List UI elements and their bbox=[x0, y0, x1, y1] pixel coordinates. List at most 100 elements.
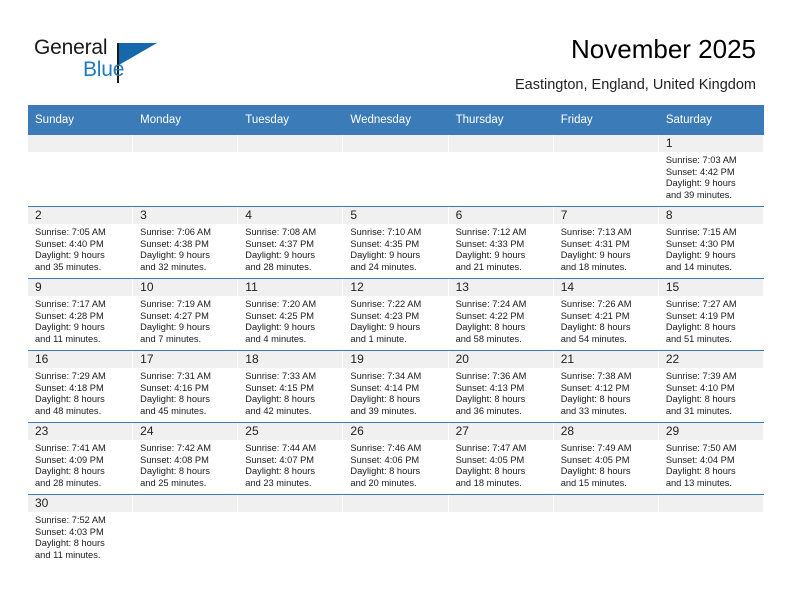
calendar-day-cell[interactable]: 30 Sunrise: 7:52 AM Sunset: 4:03 PM Dayligh… bbox=[28, 494, 134, 566]
calendar-day-cell[interactable]: 18 Sunrise: 7:33 AM Sunset: 4:15 PM Dayligh… bbox=[238, 350, 344, 423]
sunset-time: Sunset: 4:09 PM bbox=[35, 454, 104, 465]
calendar-day-cell[interactable]: 11 Sunrise: 7:20 AM Sunset: 4:25 PM Dayligh… bbox=[238, 278, 344, 351]
calendar-day-cell[interactable]: 5 Sunrise: 7:10 AM Sunset: 4:35 PM Daylight… bbox=[343, 206, 449, 279]
sunrise-time: Sunrise: 7:22 AM bbox=[350, 299, 422, 309]
calendar-day-cell[interactable]: 17 Sunrise: 7:31 AM Sunset: 4:16 PM Dayligh… bbox=[133, 350, 239, 423]
sunset-time: Sunset: 4:18 PM bbox=[35, 382, 104, 393]
day-number bbox=[28, 135, 134, 152]
weekday-header-monday: Monday bbox=[133, 105, 239, 135]
sunset-time: Sunset: 4:22 PM bbox=[455, 310, 525, 321]
sunset-time: Sunset: 4:07 PM bbox=[245, 454, 315, 465]
day-number: 19 bbox=[343, 351, 449, 368]
day-number: 17 bbox=[133, 351, 239, 368]
day-number: 1 bbox=[658, 135, 764, 152]
sunrise-time: Sunrise: 7:34 AM bbox=[350, 371, 422, 381]
daylight-duration-line1: Daylight: 8 hours bbox=[245, 466, 316, 477]
sunrise-time: Sunrise: 7:17 AM bbox=[35, 299, 106, 309]
daylight-duration-line2: and 11 minutes. bbox=[35, 549, 101, 560]
sunset-time: Sunset: 4:08 PM bbox=[140, 454, 209, 465]
sunset-time: Sunset: 4:38 PM bbox=[140, 238, 209, 249]
sunset-time: Sunset: 4:05 PM bbox=[560, 454, 630, 465]
daylight-duration-line2: and 35 minutes. bbox=[35, 261, 102, 272]
daylight-duration-line2: and 11 minutes. bbox=[35, 333, 101, 344]
calendar-day-cell[interactable]: 19 Sunrise: 7:34 AM Sunset: 4:14 PM Dayligh… bbox=[343, 350, 449, 423]
day-number bbox=[238, 135, 344, 152]
calendar-day-cell-empty bbox=[658, 494, 764, 566]
calendar-day-cell[interactable]: 29 Sunrise: 7:50 AM Sunset: 4:04 PM Dayligh… bbox=[658, 422, 764, 495]
daylight-duration-line2: and 15 minutes. bbox=[560, 477, 627, 488]
day-details: Sunrise: 7:17 AM Sunset: 4:28 PM Daylight:… bbox=[28, 296, 133, 345]
sunset-time: Sunset: 4:31 PM bbox=[560, 238, 630, 249]
daylight-duration-line1: Daylight: 9 hours bbox=[665, 178, 736, 189]
calendar-day-cell[interactable]: 10 Sunrise: 7:19 AM Sunset: 4:27 PM Dayligh… bbox=[133, 278, 239, 351]
calendar-day-cell[interactable]: 24 Sunrise: 7:42 AM Sunset: 4:08 PM Dayligh… bbox=[133, 422, 239, 495]
day-details: Sunrise: 7:52 AM Sunset: 4:03 PM Daylight:… bbox=[28, 512, 133, 561]
sunset-time: Sunset: 4:35 PM bbox=[350, 238, 420, 249]
daylight-duration-line1: Daylight: 8 hours bbox=[455, 466, 526, 477]
day-details: Sunrise: 7:39 AM Sunset: 4:10 PM Daylight:… bbox=[659, 368, 764, 417]
day-details: Sunrise: 7:05 AM Sunset: 4:40 PM Daylight:… bbox=[28, 224, 133, 273]
day-number: 23 bbox=[28, 423, 134, 440]
day-number: 29 bbox=[658, 423, 764, 440]
weekday-header-wednesday: Wednesday bbox=[343, 105, 449, 135]
calendar-day-cell[interactable]: 16 Sunrise: 7:29 AM Sunset: 4:18 PM Dayligh… bbox=[28, 350, 134, 423]
calendar-day-cell[interactable]: 8 Sunrise: 7:15 AM Sunset: 4:30 PM Daylight… bbox=[658, 206, 764, 279]
daylight-duration-line2: and 14 minutes. bbox=[665, 261, 732, 272]
triangle-flag-icon bbox=[119, 43, 157, 65]
calendar-day-cell[interactable]: 7 Sunrise: 7:13 AM Sunset: 4:31 PM Daylight… bbox=[553, 206, 659, 279]
calendar-day-cell[interactable]: 2 Sunrise: 7:05 AM Sunset: 4:40 PM Daylight… bbox=[28, 206, 134, 279]
sunset-time: Sunset: 4:05 PM bbox=[455, 454, 525, 465]
calendar-day-cell[interactable]: 21 Sunrise: 7:38 AM Sunset: 4:12 PM Dayligh… bbox=[553, 350, 659, 423]
calendar-day-cell[interactable]: 28 Sunrise: 7:49 AM Sunset: 4:05 PM Dayligh… bbox=[553, 422, 659, 495]
day-details: Sunrise: 7:42 AM Sunset: 4:08 PM Daylight:… bbox=[133, 440, 238, 489]
calendar-day-cell-empty bbox=[448, 494, 554, 566]
calendar-day-cell[interactable]: 22 Sunrise: 7:39 AM Sunset: 4:10 PM Dayligh… bbox=[658, 350, 764, 423]
sunset-time: Sunset: 4:28 PM bbox=[35, 310, 104, 321]
day-details: Sunrise: 7:34 AM Sunset: 4:14 PM Daylight:… bbox=[343, 368, 448, 417]
calendar-day-cell[interactable]: 25 Sunrise: 7:44 AM Sunset: 4:07 PM Dayligh… bbox=[238, 422, 344, 495]
day-number: 8 bbox=[658, 207, 764, 224]
daylight-duration-line2: and 58 minutes. bbox=[455, 333, 522, 344]
day-details: Sunrise: 7:31 AM Sunset: 4:16 PM Daylight:… bbox=[133, 368, 238, 417]
sunset-time: Sunset: 4:40 PM bbox=[35, 238, 104, 249]
calendar-day-cell[interactable]: 3 Sunrise: 7:06 AM Sunset: 4:38 PM Daylight… bbox=[133, 206, 239, 279]
daylight-duration-line1: Daylight: 8 hours bbox=[560, 394, 631, 405]
day-number bbox=[133, 135, 239, 152]
calendar-day-cell[interactable]: 13 Sunrise: 7:24 AM Sunset: 4:22 PM Dayligh… bbox=[448, 278, 554, 351]
sunset-time: Sunset: 4:10 PM bbox=[665, 382, 735, 393]
calendar-body: 1 Sunrise: 7:03 AM Sunset: 4:42 PM Daylight… bbox=[28, 134, 764, 566]
calendar-day-cell[interactable]: 14 Sunrise: 7:26 AM Sunset: 4:21 PM Dayligh… bbox=[553, 278, 659, 351]
calendar-day-cell[interactable]: 27 Sunrise: 7:47 AM Sunset: 4:05 PM Dayligh… bbox=[448, 422, 554, 495]
day-details: Sunrise: 7:19 AM Sunset: 4:27 PM Daylight:… bbox=[133, 296, 238, 345]
calendar-day-cell[interactable]: 15 Sunrise: 7:27 AM Sunset: 4:19 PM Dayligh… bbox=[658, 278, 764, 351]
calendar-day-cell[interactable]: 23 Sunrise: 7:41 AM Sunset: 4:09 PM Dayligh… bbox=[28, 422, 134, 495]
day-number: 28 bbox=[553, 423, 659, 440]
calendar-day-cell[interactable]: 26 Sunrise: 7:46 AM Sunset: 4:06 PM Dayligh… bbox=[343, 422, 449, 495]
calendar-day-cell[interactable]: 6 Sunrise: 7:12 AM Sunset: 4:33 PM Daylight… bbox=[448, 206, 554, 279]
calendar-day-cell[interactable]: 4 Sunrise: 7:08 AM Sunset: 4:37 PM Daylight… bbox=[238, 206, 344, 279]
day-details: Sunrise: 7:29 AM Sunset: 4:18 PM Daylight:… bbox=[28, 368, 133, 417]
day-number: 30 bbox=[28, 495, 134, 512]
calendar-day-cell[interactable]: 20 Sunrise: 7:36 AM Sunset: 4:13 PM Dayligh… bbox=[448, 350, 554, 423]
day-number: 7 bbox=[553, 207, 659, 224]
sunrise-time: Sunrise: 7:12 AM bbox=[455, 227, 527, 237]
daylight-duration-line2: and 1 minute. bbox=[350, 333, 407, 344]
calendar-day-cell[interactable]: 1 Sunrise: 7:03 AM Sunset: 4:42 PM Daylight… bbox=[658, 134, 764, 207]
daylight-duration-line2: and 42 minutes. bbox=[245, 405, 312, 416]
sunset-time: Sunset: 4:33 PM bbox=[455, 238, 525, 249]
day-details: Sunrise: 7:33 AM Sunset: 4:15 PM Daylight:… bbox=[238, 368, 343, 417]
sunrise-time: Sunrise: 7:26 AM bbox=[560, 299, 632, 309]
day-number: 16 bbox=[28, 351, 134, 368]
calendar-day-cell[interactable]: 12 Sunrise: 7:22 AM Sunset: 4:23 PM Dayligh… bbox=[343, 278, 449, 351]
sunrise-time: Sunrise: 7:44 AM bbox=[245, 443, 317, 453]
day-number bbox=[343, 135, 449, 152]
calendar-day-cell[interactable]: 9 Sunrise: 7:17 AM Sunset: 4:28 PM Daylight… bbox=[28, 278, 134, 351]
calendar-day-cell-empty bbox=[133, 494, 239, 566]
daylight-duration-line2: and 21 minutes. bbox=[455, 261, 522, 272]
sunrise-time: Sunrise: 7:08 AM bbox=[245, 227, 317, 237]
calendar-page: General Blue November 2025 Eastington, E… bbox=[0, 0, 792, 612]
daylight-duration-line1: Daylight: 8 hours bbox=[35, 538, 105, 549]
calendar-day-cell-empty bbox=[343, 494, 449, 566]
daylight-duration-line2: and 36 minutes. bbox=[455, 405, 522, 416]
weekday-header-tuesday: Tuesday bbox=[238, 105, 344, 135]
